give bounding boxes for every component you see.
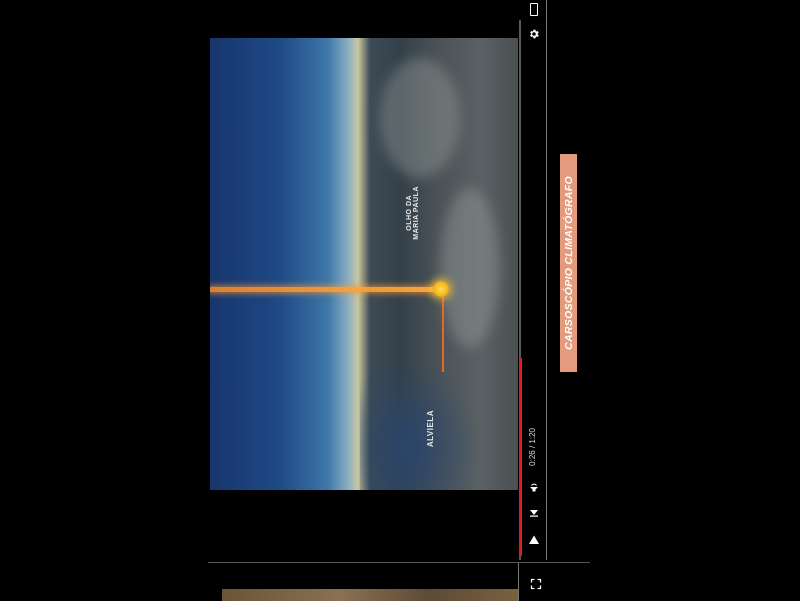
water-area [360,358,480,490]
time-display: 0:26 / 1:20 [528,428,537,466]
place-label-olho: OLHO DA MARIA PAULA [406,186,420,240]
title-label: CARSOSCÓPIO CLIMATÓGRAFO [560,154,577,372]
location-marker-icon [433,281,449,297]
second-player[interactable] [208,562,590,601]
second-video-thumbnail[interactable] [222,589,518,601]
controls-divider [518,563,519,601]
place-label-alviela: ALVIELA [426,410,435,448]
fullscreen-icon[interactable] [530,577,542,590]
terrain [380,58,460,178]
next-icon[interactable] [528,506,540,518]
volume-icon[interactable] [528,480,540,492]
portrait-icon[interactable] [530,3,538,16]
play-icon[interactable] [528,533,540,545]
terrain [440,188,500,348]
settings-icon[interactable] [528,28,540,40]
controls-divider [546,0,547,560]
video-frame[interactable]: OLHO DA MARIA PAULA ALVIELA [210,38,518,490]
highlight-path-drop [442,292,444,372]
title-text: CARSOSCÓPIO CLIMATÓGRAFO [562,176,575,350]
player-controls: 0:26 / 1:20 [518,0,548,560]
progress-fill[interactable] [519,358,522,556]
highlight-path [210,287,442,292]
